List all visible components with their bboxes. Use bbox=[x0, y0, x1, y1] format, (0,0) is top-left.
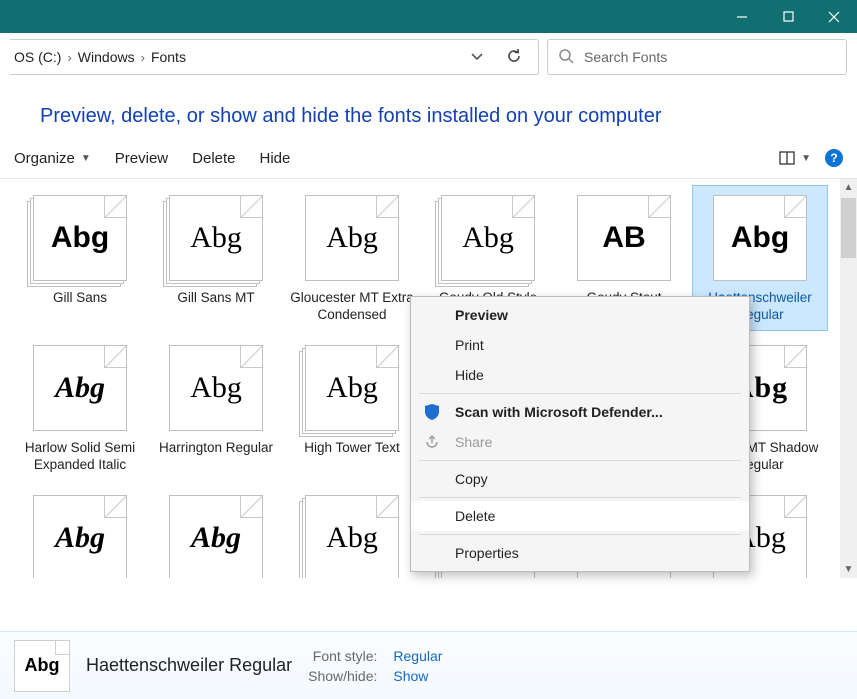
delete-label: Delete bbox=[192, 150, 235, 167]
font-thumbnail: Abg bbox=[166, 190, 266, 286]
ctx-delete-label: Delete bbox=[455, 508, 495, 524]
font-thumbnail: Abg bbox=[166, 490, 266, 578]
chevron-down-icon: ▼ bbox=[81, 153, 91, 164]
details-showhide-value[interactable]: Show bbox=[393, 668, 442, 684]
ctx-preview[interactable]: Preview bbox=[411, 300, 749, 330]
history-dropdown-button[interactable] bbox=[470, 49, 484, 66]
ctx-hide[interactable]: Hide bbox=[411, 360, 749, 390]
font-item[interactable]: Abg bbox=[12, 485, 148, 578]
font-thumbnail: Abg bbox=[166, 340, 266, 436]
font-thumbnail: Abg bbox=[30, 340, 130, 436]
font-thumbnail: Abg bbox=[710, 190, 810, 286]
font-item[interactable]: Abg Gill Sans MT bbox=[148, 185, 284, 331]
shield-icon bbox=[423, 403, 441, 421]
font-thumbnail: Abg bbox=[30, 190, 130, 286]
maximize-button[interactable] bbox=[765, 0, 811, 33]
ctx-scan-defender[interactable]: Scan with Microsoft Defender... bbox=[411, 397, 749, 427]
ctx-delete[interactable]: Delete bbox=[411, 501, 749, 531]
breadcrumb-segment[interactable]: Fonts bbox=[151, 49, 186, 65]
menu-separator bbox=[419, 460, 741, 461]
preview-label: Preview bbox=[115, 150, 168, 167]
chevron-right-icon bbox=[141, 50, 145, 65]
breadcrumb-segment[interactable]: OS (C:) bbox=[14, 49, 61, 65]
scroll-up-arrow[interactable]: ▲ bbox=[840, 179, 857, 196]
window-titlebar bbox=[0, 0, 857, 33]
page-heading: Preview, delete, or show and hide the fo… bbox=[0, 81, 857, 138]
chevron-down-icon: ▼ bbox=[801, 153, 811, 164]
font-name-label: Harlow Solid Semi Expanded Italic bbox=[15, 440, 145, 474]
font-thumbnail: Abg bbox=[438, 190, 538, 286]
ctx-copy-label: Copy bbox=[455, 471, 488, 487]
font-thumbnail: Abg bbox=[302, 190, 402, 286]
organize-label: Organize bbox=[14, 150, 75, 167]
menu-separator bbox=[419, 393, 741, 394]
font-name-label: High Tower Text bbox=[304, 440, 400, 474]
font-name-label: Gill Sans bbox=[53, 290, 107, 324]
scroll-down-arrow[interactable]: ▼ bbox=[840, 561, 857, 578]
search-icon bbox=[558, 48, 574, 67]
scroll-thumb[interactable] bbox=[841, 198, 856, 258]
details-style-key: Font style: bbox=[308, 648, 377, 664]
font-thumbnail: AB bbox=[574, 190, 674, 286]
share-icon bbox=[423, 433, 441, 451]
font-name-label: Gloucester MT Extra Condensed bbox=[287, 290, 417, 324]
font-item[interactable]: Abg Gill Sans bbox=[12, 185, 148, 331]
ctx-share: Share bbox=[411, 427, 749, 457]
font-item[interactable]: Abg Gloucester MT Extra Condensed bbox=[284, 185, 420, 331]
font-item[interactable]: Abg bbox=[284, 485, 420, 578]
close-button[interactable] bbox=[811, 0, 857, 33]
delete-button[interactable]: Delete bbox=[192, 150, 235, 167]
menu-separator bbox=[419, 534, 741, 535]
ctx-hide-label: Hide bbox=[455, 367, 484, 383]
details-thumbnail: Abg bbox=[14, 640, 70, 692]
ctx-scan-label: Scan with Microsoft Defender... bbox=[455, 404, 663, 420]
view-options-button[interactable]: ▼ bbox=[779, 151, 811, 165]
details-properties: Font style: Regular Show/hide: Show bbox=[308, 648, 442, 684]
font-name-label: Gill Sans MT bbox=[177, 290, 254, 324]
address-bar[interactable]: OS (C:) Windows Fonts bbox=[10, 39, 539, 75]
vertical-scrollbar[interactable]: ▲ ▼ bbox=[840, 179, 857, 578]
details-style-value[interactable]: Regular bbox=[393, 648, 442, 664]
ctx-print-label: Print bbox=[455, 337, 484, 353]
font-thumbnail: Abg bbox=[302, 490, 402, 578]
ctx-preview-label: Preview bbox=[455, 307, 508, 323]
nav-row: OS (C:) Windows Fonts Search Fonts bbox=[0, 33, 857, 81]
preview-button[interactable]: Preview bbox=[115, 150, 168, 167]
context-menu: Preview Print Hide Scan with Microsoft D… bbox=[410, 296, 750, 572]
menu-separator bbox=[419, 497, 741, 498]
ctx-properties-label: Properties bbox=[455, 545, 519, 561]
refresh-button[interactable] bbox=[506, 48, 522, 67]
toolbar: Organize ▼ Preview Delete Hide ▼ ? bbox=[0, 138, 857, 178]
ctx-share-label: Share bbox=[455, 434, 492, 450]
ctx-print[interactable]: Print bbox=[411, 330, 749, 360]
font-thumbnail: Abg bbox=[30, 490, 130, 578]
help-button[interactable]: ? bbox=[825, 149, 843, 167]
details-thumbnail-sample: Abg bbox=[25, 655, 60, 676]
organize-menu[interactable]: Organize ▼ bbox=[14, 150, 91, 167]
font-name-label: Harrington Regular bbox=[159, 440, 273, 474]
font-thumbnail: Abg bbox=[302, 340, 402, 436]
hide-button[interactable]: Hide bbox=[260, 150, 291, 167]
chevron-right-icon bbox=[67, 50, 71, 65]
font-item[interactable]: Abg Harlow Solid Semi Expanded Italic bbox=[12, 335, 148, 481]
hide-label: Hide bbox=[260, 150, 291, 167]
search-box[interactable]: Search Fonts bbox=[547, 39, 847, 75]
search-placeholder: Search Fonts bbox=[584, 49, 667, 65]
font-item[interactable]: Abg bbox=[148, 485, 284, 578]
minimize-button[interactable] bbox=[719, 0, 765, 33]
details-pane: Abg Haettenschweiler Regular Font style:… bbox=[0, 631, 857, 699]
ctx-copy[interactable]: Copy bbox=[411, 464, 749, 494]
details-showhide-key: Show/hide: bbox=[308, 668, 377, 684]
font-item[interactable]: Abg Harrington Regular bbox=[148, 335, 284, 481]
ctx-properties[interactable]: Properties bbox=[411, 538, 749, 568]
font-item[interactable]: Abg High Tower Text bbox=[284, 335, 420, 481]
details-title: Haettenschweiler Regular bbox=[86, 655, 292, 676]
breadcrumb-segment[interactable]: Windows bbox=[78, 49, 135, 65]
